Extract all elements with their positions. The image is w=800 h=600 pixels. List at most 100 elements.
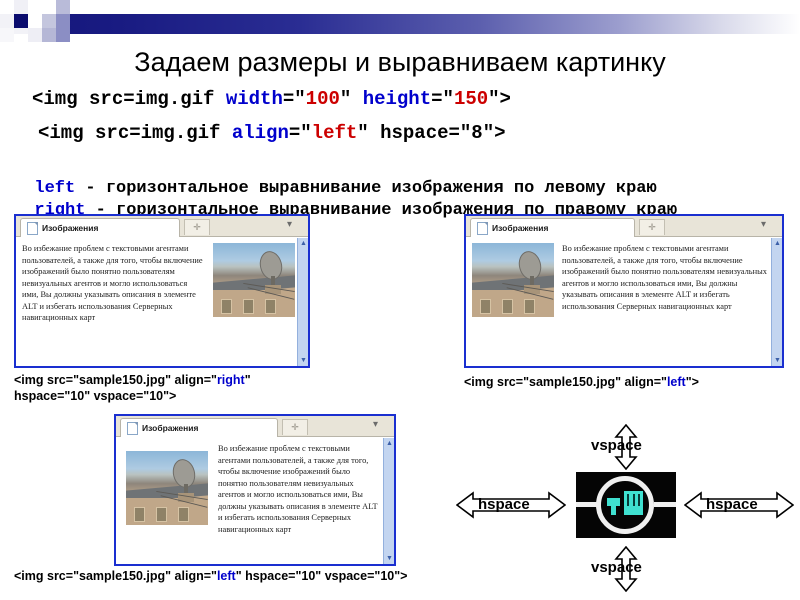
tab-images[interactable]: Изображения — [120, 418, 278, 437]
vspace-label-bottom: vspace — [591, 559, 642, 576]
code-run-2: =" — [282, 88, 306, 110]
code-run-7: 150 — [453, 88, 489, 110]
code-run-5: height — [362, 88, 432, 110]
photo-window — [156, 507, 167, 522]
window-align-left-spaced[interactable]: Изображения ✛ ▾ Во избежание проблем с т… — [114, 414, 396, 566]
code-run-1: right — [216, 373, 245, 387]
window-align-left[interactable]: Изображения ✛ ▾ Во избежание проблем с т… — [464, 214, 784, 368]
window-align-right[interactable]: Изображения ✛ ▾ Во избежание проблем с т… — [14, 214, 310, 368]
icon-glyph — [607, 491, 643, 517]
glyph-block-4 — [638, 494, 640, 506]
document-viewport: Во избежание проблем с текстовыми агента… — [116, 438, 394, 564]
spacing-diagram: vspace vspace hspace hspace — [450, 424, 800, 600]
scroll-down-icon[interactable]: ▼ — [299, 356, 308, 365]
photo-window — [480, 299, 491, 314]
vspace-label-top: vspace — [591, 437, 642, 454]
deco-square — [56, 28, 70, 42]
hspace-label-right: hspace — [706, 496, 758, 513]
code-run-4: " hspace="8"> — [357, 122, 506, 144]
code-run-2: " hspace="10" vspace="10"> — [235, 569, 408, 583]
tab-label: Изображения — [492, 223, 549, 233]
scroll-down-icon[interactable]: ▼ — [773, 356, 782, 365]
deco-square — [0, 28, 14, 42]
caption-align-right: <img src="sample150.jpg" align="right" h… — [14, 372, 251, 404]
tab-strip: Изображения ✛ ▾ — [16, 216, 308, 237]
deco-square — [14, 0, 28, 14]
deco-square — [70, 0, 84, 14]
code-run-3: 100 — [305, 88, 340, 110]
code-line-2: <img src=img.gif align="left" hspace="8"… — [38, 122, 506, 144]
deco-square — [28, 28, 42, 42]
code-run-0: <img src="sample150.jpg" align=" — [14, 373, 217, 387]
code-run-3: left — [311, 122, 358, 144]
vertical-scrollbar[interactable]: ▲ ▼ — [771, 238, 782, 366]
document-viewport: Во избежание проблем с текстовыми агента… — [466, 238, 782, 366]
code-run-2: =" — [288, 122, 312, 144]
deco-square — [28, 0, 42, 14]
tab-images[interactable]: Изображения — [470, 218, 635, 237]
sample-image-icon — [576, 472, 676, 538]
sample-photo — [472, 243, 554, 317]
deco-square — [42, 28, 56, 42]
sample-photo — [126, 451, 208, 525]
icon-bar-right — [654, 502, 676, 507]
tab-label: Изображения — [142, 423, 199, 433]
code-run-1: width — [225, 88, 283, 110]
code-run-0: <img src="sample150.jpg" align=" — [14, 569, 217, 583]
hspace-label-left: hspace — [478, 496, 530, 513]
photo-window — [524, 299, 535, 314]
document-icon — [127, 421, 138, 435]
scroll-up-icon[interactable]: ▲ — [385, 439, 394, 448]
photo-window — [221, 299, 232, 314]
tab-label: Изображения — [42, 223, 99, 233]
header-gradient-band — [0, 14, 800, 34]
deco-square — [42, 14, 56, 28]
document-body: Во избежание проблем с текстовыми агента… — [118, 443, 381, 535]
photo-window — [134, 507, 145, 522]
icon-bar-left — [576, 502, 598, 507]
document-icon — [27, 221, 38, 235]
document-body: Во избежание проблем с текстовыми агента… — [472, 243, 769, 321]
tab-images[interactable]: Изображения — [20, 218, 180, 237]
deco-square — [56, 14, 70, 28]
deco-square — [28, 14, 42, 28]
new-tab-icon: ✛ — [291, 422, 299, 432]
tab-strip: Изображения ✛ ▾ — [116, 416, 394, 437]
code-run-6: =" — [431, 88, 454, 110]
caption-align-left-spaced: <img src="sample150.jpg" align="left" hs… — [14, 568, 407, 584]
new-tab-button[interactable]: ✛ — [639, 219, 665, 235]
photo-window — [243, 299, 254, 314]
scroll-down-icon[interactable]: ▼ — [385, 554, 394, 563]
code-run-0: <img src=img.gif — [38, 122, 232, 144]
scroll-up-icon[interactable]: ▲ — [773, 239, 782, 248]
sample-photo — [213, 243, 295, 317]
deco-square — [42, 0, 56, 14]
code-run-2: "> — [685, 375, 699, 389]
new-tab-icon: ✛ — [193, 222, 201, 232]
deco-square — [56, 0, 70, 14]
code-run-1: left — [666, 375, 686, 389]
page-title: Задаем размеры и выравниваем картинку — [134, 47, 666, 77]
new-tab-button[interactable]: ✛ — [282, 419, 308, 435]
document-body: Во избежание проблем с текстовыми агента… — [22, 243, 295, 324]
glyph-block-3 — [624, 491, 643, 515]
new-tab-button[interactable]: ✛ — [184, 219, 210, 235]
glyph-block-2 — [611, 504, 616, 515]
new-tab-icon: ✛ — [648, 222, 656, 232]
scroll-up-icon[interactable]: ▲ — [299, 239, 308, 248]
code-line-1: <img src=img.gif width="100" height="150… — [32, 88, 511, 110]
caption-align-left: <img src="sample150.jpg" align="left"> — [464, 374, 699, 390]
tab-strip: Изображения ✛ ▾ — [466, 216, 782, 237]
code-run-0: <img src="sample150.jpg" align=" — [464, 375, 667, 389]
tab-list-icon[interactable]: ▾ — [287, 220, 292, 230]
deco-square — [14, 14, 28, 28]
tab-list-icon[interactable]: ▾ — [373, 420, 378, 430]
photo-window — [178, 507, 189, 522]
tab-list-icon[interactable]: ▾ — [761, 220, 766, 230]
code-run-8: "> — [488, 88, 511, 110]
vertical-scrollbar[interactable]: ▲ ▼ — [383, 438, 394, 564]
code-run-1: align — [231, 122, 289, 144]
code-run-0: <img src=img.gif — [32, 88, 226, 110]
deco-square — [0, 0, 14, 14]
vertical-scrollbar[interactable]: ▲ ▼ — [297, 238, 308, 366]
